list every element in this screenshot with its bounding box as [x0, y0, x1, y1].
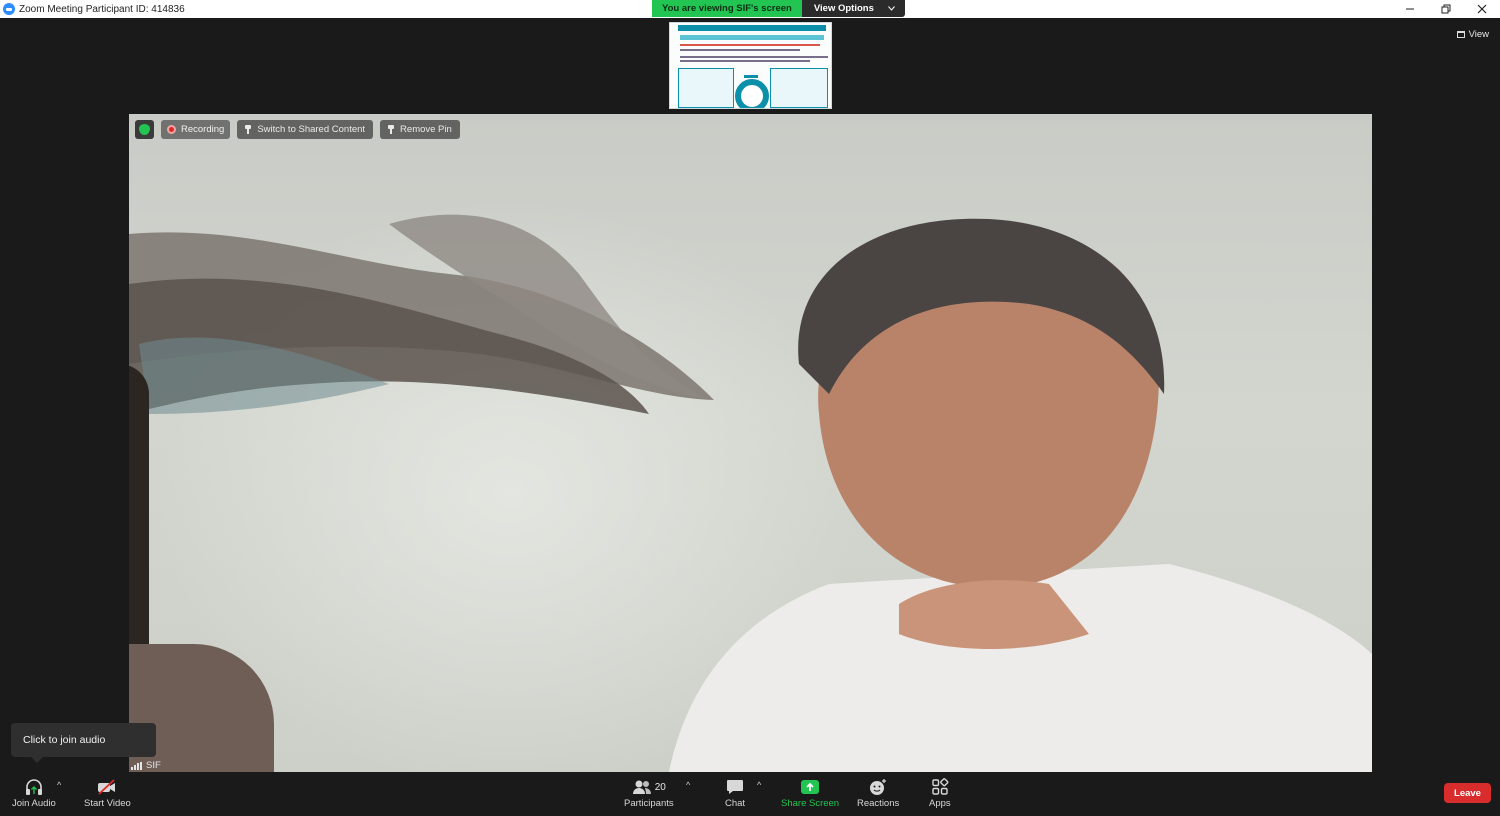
- thumb-donut: [735, 79, 769, 108]
- participant-video[interactable]: Recording Switch to Shared Content Remov…: [129, 114, 1372, 772]
- participant-count: 20: [654, 781, 666, 793]
- view-options-label: View Options: [813, 3, 874, 14]
- participants-button[interactable]: 20 Participants: [624, 776, 674, 809]
- window-controls: [1392, 0, 1500, 18]
- reactions-button[interactable]: Reactions: [857, 776, 899, 809]
- share-screen-icon: [801, 780, 820, 794]
- video-toolbar: Recording Switch to Shared Content Remov…: [135, 120, 460, 139]
- start-video-label: Start Video: [84, 798, 131, 809]
- wall-art-image: [129, 214, 1372, 772]
- screen-share-banner: You are viewing SIF's screen View Option…: [652, 0, 905, 17]
- restore-icon: [1441, 4, 1451, 14]
- audio-options-caret-icon[interactable]: ^: [57, 780, 61, 790]
- participants-options-caret-icon[interactable]: ^: [686, 780, 690, 790]
- share-screen-label: Share Screen: [781, 798, 840, 809]
- apps-icon: [932, 778, 949, 795]
- thumb-arrow: [744, 75, 758, 78]
- view-options-button[interactable]: View Options: [801, 0, 905, 17]
- join-audio-label: Join Audio: [12, 798, 56, 809]
- start-video-button[interactable]: Start Video: [84, 776, 131, 809]
- security-shield-icon[interactable]: [135, 120, 154, 139]
- remove-pin-label: Remove Pin: [400, 124, 452, 135]
- remove-pin-button[interactable]: Remove Pin: [380, 120, 460, 139]
- thumb-band: [680, 35, 824, 40]
- thumb-line: [680, 60, 810, 62]
- minimize-icon: [1406, 8, 1414, 10]
- pin-icon: [245, 125, 252, 134]
- join-audio-button[interactable]: Join Audio: [12, 776, 56, 809]
- view-label: View: [1468, 28, 1489, 40]
- recording-dot-icon: [167, 125, 176, 134]
- reactions-label: Reactions: [857, 798, 900, 809]
- grid-view-icon: [1456, 30, 1465, 38]
- signal-strength-icon: [131, 761, 142, 770]
- leave-button[interactable]: Leave: [1444, 783, 1491, 803]
- viewing-status: You are viewing SIF's screen: [652, 0, 802, 17]
- apps-label: Apps: [929, 798, 951, 809]
- recording-indicator[interactable]: Recording: [161, 120, 231, 139]
- share-screen-button[interactable]: Share Screen: [781, 776, 839, 809]
- chat-button[interactable]: Chat: [725, 776, 745, 809]
- video-off-icon: [98, 779, 116, 795]
- thumb-header: [678, 25, 826, 31]
- chevron-down-icon: [887, 6, 895, 11]
- shared-screen-thumbnail[interactable]: [669, 22, 832, 109]
- zoom-meeting-window: Zoom Meeting Participant ID: 414836 You …: [0, 0, 1500, 816]
- join-audio-tooltip: Click to join audio: [11, 723, 156, 763]
- window-title: Zoom Meeting Participant ID: 414836: [19, 3, 185, 15]
- participant-name: SIF: [146, 760, 161, 771]
- view-layout-button[interactable]: View: [1452, 26, 1494, 42]
- zoom-logo-icon: [3, 3, 15, 15]
- minimize-button[interactable]: [1392, 0, 1428, 18]
- thumb-line: [680, 49, 800, 51]
- thumb-line: [680, 56, 828, 58]
- recording-label: Recording: [181, 124, 225, 135]
- thumb-box: [678, 68, 734, 108]
- participants-label: Participants: [624, 798, 674, 809]
- switch-label: Switch to Shared Content: [257, 124, 366, 135]
- chat-icon: [727, 780, 744, 794]
- close-button[interactable]: [1464, 0, 1500, 18]
- restore-button[interactable]: [1428, 0, 1464, 18]
- meeting-controls-bar: Join Audio ^ Start Video 20 Participants…: [0, 772, 1500, 816]
- close-icon: [1477, 4, 1487, 14]
- switch-to-shared-content-button[interactable]: Switch to Shared Content: [237, 120, 374, 139]
- chat-options-caret-icon[interactable]: ^: [757, 780, 761, 790]
- thumb-box: [770, 68, 828, 108]
- chat-label: Chat: [725, 798, 746, 809]
- thumb-line: [680, 44, 820, 46]
- headphones-icon: [25, 779, 42, 795]
- participant-name-tag: SIF: [131, 760, 161, 771]
- reactions-smiley-icon: [870, 779, 887, 795]
- apps-button[interactable]: Apps: [929, 776, 951, 809]
- pin-icon: [388, 125, 395, 134]
- participants-icon: [632, 780, 651, 794]
